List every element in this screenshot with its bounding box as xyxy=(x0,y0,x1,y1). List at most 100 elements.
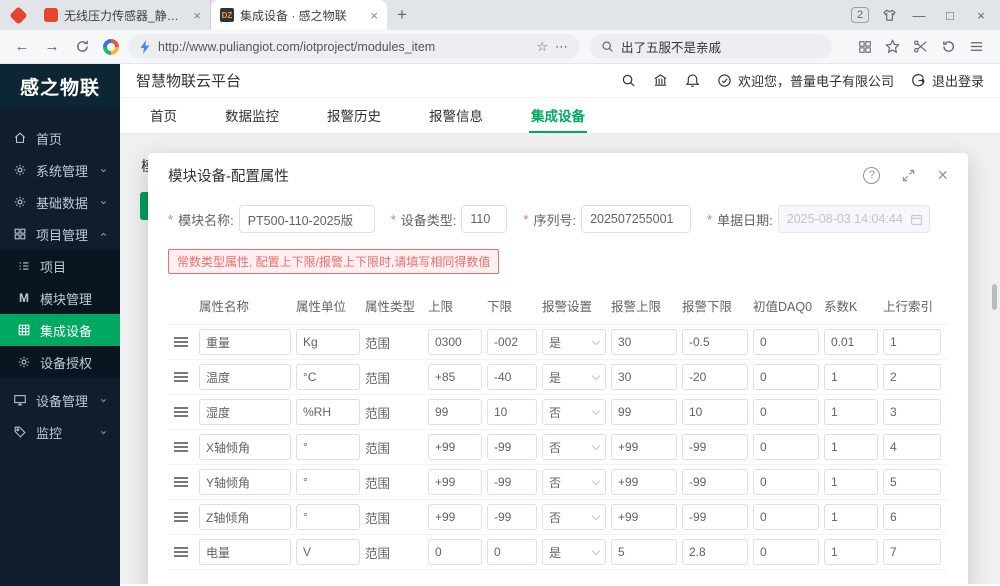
alarm-upper-input[interactable] xyxy=(611,504,677,530)
browser-search-field[interactable]: 出了五服不是亲戚 xyxy=(590,34,832,59)
sidebar-item-integrated-device[interactable]: 集成设备 xyxy=(0,314,120,346)
minimize-button[interactable]: — xyxy=(910,8,928,23)
drag-handle-icon[interactable] xyxy=(174,372,188,382)
coef-k-input[interactable] xyxy=(824,434,878,460)
lower-limit-input[interactable] xyxy=(487,469,537,495)
alarm-lower-input[interactable] xyxy=(682,504,748,530)
alarm-lower-input[interactable] xyxy=(682,364,748,390)
search-suggestion-text[interactable]: 出了五服不是亲戚 xyxy=(621,37,721,56)
alarm-upper-input[interactable] xyxy=(611,434,677,460)
alarm-lower-input[interactable] xyxy=(682,539,748,565)
lower-limit-input[interactable] xyxy=(487,539,537,565)
nav-tab-data-monitor[interactable]: 数据监控 xyxy=(223,98,281,133)
sidebar-item-monitoring[interactable]: 监控 xyxy=(0,416,120,448)
drag-handle-icon[interactable] xyxy=(174,442,188,452)
bookmark-star-icon[interactable]: ☆ xyxy=(536,39,548,55)
logout-button[interactable]: 退出登录 xyxy=(911,71,984,90)
skin-icon[interactable] xyxy=(882,8,897,23)
url-field[interactable]: http://www.puliangiot.com/iotproject/mod… xyxy=(128,34,580,59)
download-badge[interactable]: 2 xyxy=(851,7,869,23)
drag-handle-icon[interactable] xyxy=(174,477,188,487)
alarm-setting-select[interactable]: 否 xyxy=(542,399,606,425)
sidebar-item-basic-data[interactable]: 基础数据 xyxy=(0,186,120,218)
serial-number-input[interactable] xyxy=(581,205,692,233)
url-text[interactable]: http://www.puliangiot.com/iotproject/mod… xyxy=(158,40,529,54)
help-icon[interactable]: ? xyxy=(863,166,881,184)
init-daq0-input[interactable] xyxy=(753,434,819,460)
upper-limit-input[interactable] xyxy=(428,469,482,495)
coef-k-input[interactable] xyxy=(824,539,878,565)
init-daq0-input[interactable] xyxy=(753,504,819,530)
lower-limit-input[interactable] xyxy=(487,364,537,390)
fullscreen-icon[interactable] xyxy=(902,169,915,182)
up-index-input[interactable] xyxy=(883,539,941,565)
browser-tab-2[interactable]: DZ 集成设备 · 感之物联 × xyxy=(211,0,387,30)
attr-name-input[interactable] xyxy=(199,364,291,390)
url-more-icon[interactable]: ⋯ xyxy=(555,39,569,55)
refresh-button[interactable] xyxy=(70,35,94,59)
attr-name-input[interactable] xyxy=(199,329,291,355)
coef-k-input[interactable] xyxy=(824,469,878,495)
drag-handle-icon[interactable] xyxy=(174,547,188,557)
lower-limit-input[interactable] xyxy=(487,434,537,460)
attr-unit-input[interactable] xyxy=(296,504,360,530)
browser-menu-icon[interactable] xyxy=(969,39,984,54)
attr-unit-input[interactable] xyxy=(296,329,360,355)
close-icon[interactable]: × xyxy=(937,165,948,186)
forward-button[interactable]: → xyxy=(40,35,64,59)
attr-name-input[interactable] xyxy=(199,399,291,425)
upper-limit-input[interactable] xyxy=(428,399,482,425)
tab-close-icon[interactable]: × xyxy=(193,8,201,23)
coef-k-input[interactable] xyxy=(824,399,878,425)
init-daq0-input[interactable] xyxy=(753,539,819,565)
init-daq0-input[interactable] xyxy=(753,329,819,355)
sidebar-item-module-mgmt[interactable]: M 模块管理 xyxy=(0,282,120,314)
header-search-icon[interactable] xyxy=(621,73,636,88)
upper-limit-input[interactable] xyxy=(428,329,482,355)
alarm-lower-input[interactable] xyxy=(682,399,748,425)
sidebar-item-device-auth[interactable]: 设备授权 xyxy=(0,346,120,378)
back-button[interactable]: ← xyxy=(10,35,34,59)
favorites-star-icon[interactable] xyxy=(885,39,900,54)
document-date-input[interactable] xyxy=(777,205,930,233)
date-picker[interactable] xyxy=(777,205,930,233)
up-index-input[interactable] xyxy=(883,329,941,355)
init-daq0-input[interactable] xyxy=(753,469,819,495)
undo-history-icon[interactable] xyxy=(941,39,956,54)
close-window-button[interactable]: × xyxy=(972,8,990,23)
nav-tab-alarm-history[interactable]: 报警历史 xyxy=(325,98,383,133)
attr-name-input[interactable] xyxy=(199,504,291,530)
alarm-upper-input[interactable] xyxy=(611,469,677,495)
attr-unit-input[interactable] xyxy=(296,364,360,390)
up-index-input[interactable] xyxy=(883,364,941,390)
up-index-input[interactable] xyxy=(883,399,941,425)
attr-name-input[interactable] xyxy=(199,434,291,460)
alarm-upper-input[interactable] xyxy=(611,539,677,565)
init-daq0-input[interactable] xyxy=(753,364,819,390)
sidebar-item-home[interactable]: 首页 xyxy=(0,122,120,154)
upper-limit-input[interactable] xyxy=(428,539,482,565)
coef-k-input[interactable] xyxy=(824,364,878,390)
home-bank-icon[interactable] xyxy=(653,73,668,88)
alarm-upper-input[interactable] xyxy=(611,329,677,355)
sidebar-item-projects[interactable]: 项目 xyxy=(0,250,120,282)
alarm-upper-input[interactable] xyxy=(611,364,677,390)
lower-limit-input[interactable] xyxy=(487,329,537,355)
bell-icon[interactable] xyxy=(685,73,700,88)
up-index-input[interactable] xyxy=(883,469,941,495)
coef-k-input[interactable] xyxy=(824,329,878,355)
up-index-input[interactable] xyxy=(883,434,941,460)
alarm-lower-input[interactable] xyxy=(682,469,748,495)
attr-unit-input[interactable] xyxy=(296,434,360,460)
ai-assistant-icon[interactable] xyxy=(103,38,119,55)
nav-tab-home[interactable]: 首页 xyxy=(148,98,179,133)
browser-logo-icon[interactable] xyxy=(9,5,28,25)
alarm-lower-input[interactable] xyxy=(682,434,748,460)
alarm-setting-select[interactable]: 是 xyxy=(542,364,606,390)
browser-tab-1[interactable]: 无线压力传感器_静力水准仪.. × xyxy=(35,0,211,30)
alarm-setting-select[interactable]: 是 xyxy=(542,329,606,355)
attr-unit-input[interactable] xyxy=(296,539,360,565)
attr-name-input[interactable] xyxy=(199,539,291,565)
site-security-icon[interactable] xyxy=(139,39,151,54)
upper-limit-input[interactable] xyxy=(428,434,482,460)
